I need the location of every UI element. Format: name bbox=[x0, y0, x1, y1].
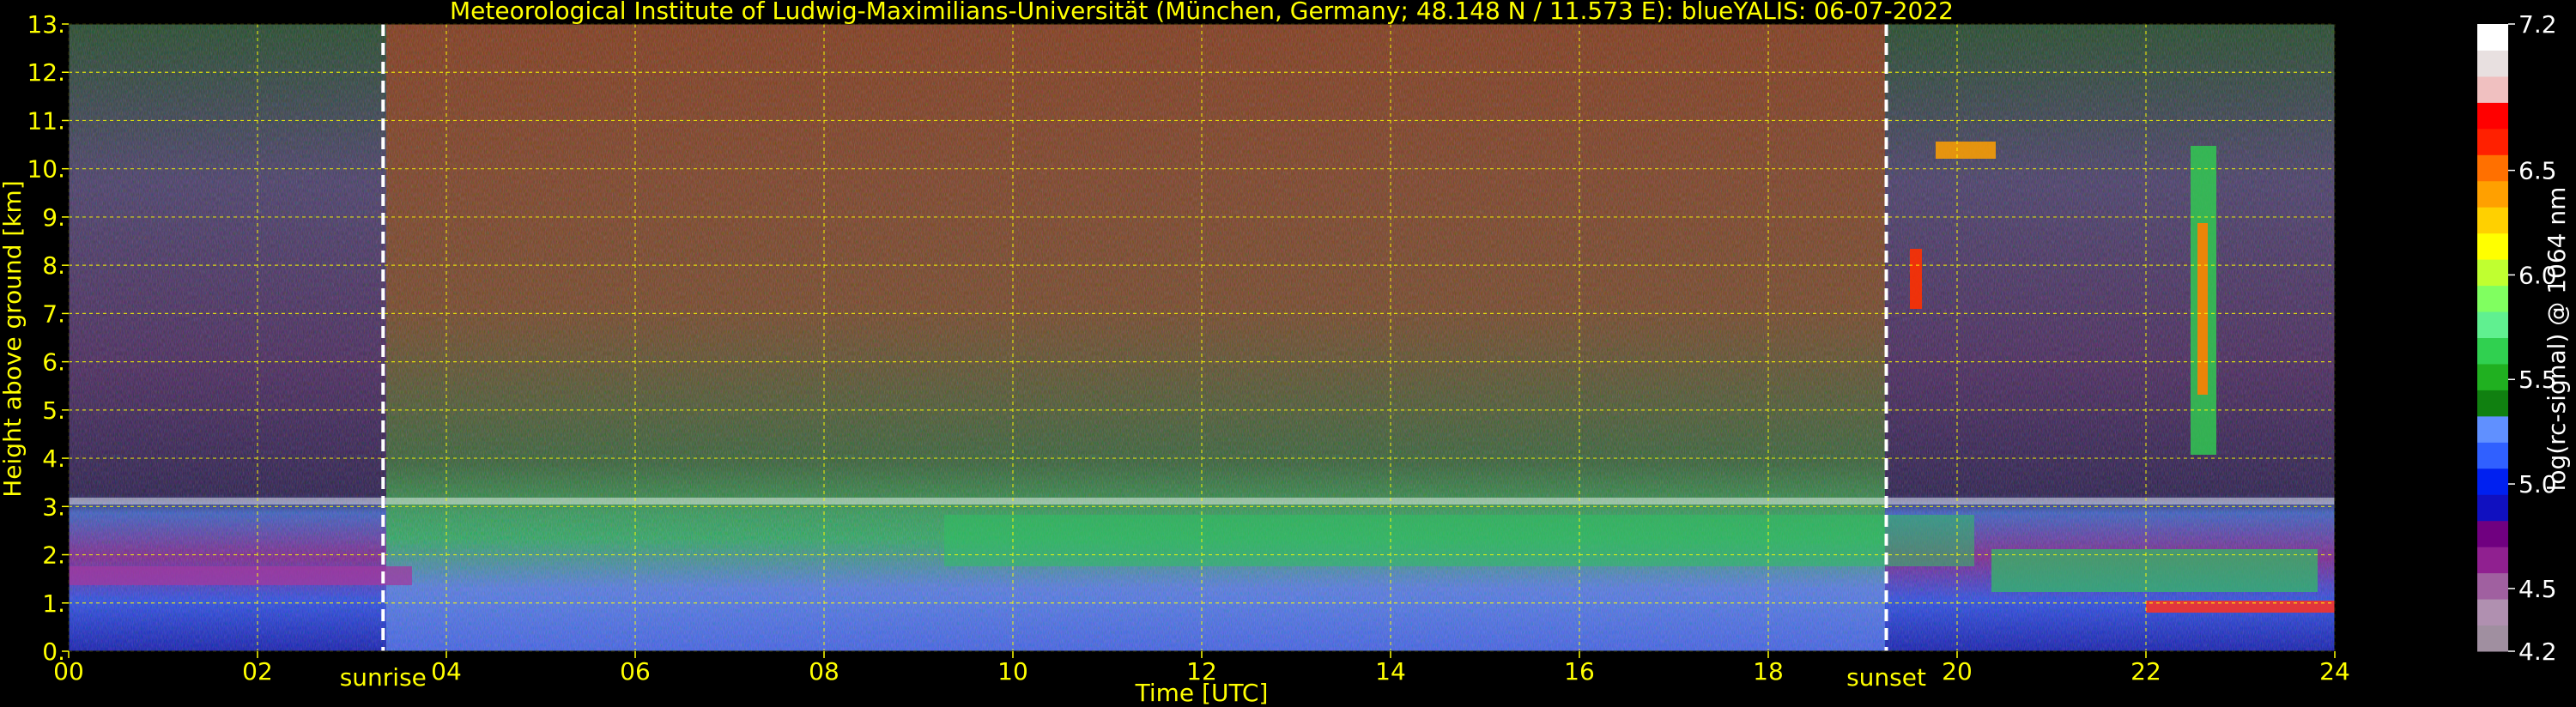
colorbar-segment bbox=[2477, 154, 2508, 182]
colorbar-tick-label: 7.2 bbox=[2518, 10, 2557, 39]
y-tick-label: 2. bbox=[42, 541, 65, 570]
colorbar-segment bbox=[2477, 207, 2508, 234]
x-axis-label: Time [UTC] bbox=[1135, 679, 1269, 707]
colorbar-segment bbox=[2477, 259, 2508, 287]
colorbar-segment bbox=[2477, 442, 2508, 469]
y-tick-label: 11. bbox=[27, 106, 65, 135]
y-tick-label: 12. bbox=[27, 58, 65, 87]
aerosol-layer-green-evening bbox=[1991, 549, 2318, 592]
colorbar-segment bbox=[2477, 468, 2508, 495]
x-tick-label: 04 bbox=[431, 657, 462, 686]
plot-area bbox=[69, 24, 2335, 651]
colorbar-segment bbox=[2477, 547, 2508, 574]
x-tick-label: 18 bbox=[1753, 657, 1784, 686]
x-tick-label: 08 bbox=[809, 657, 839, 686]
y-tick-label: 4. bbox=[42, 444, 65, 473]
colorbar-segment bbox=[2477, 415, 2508, 443]
colorbar-segment bbox=[2477, 50, 2508, 77]
y-tick-label: 5. bbox=[42, 396, 65, 425]
aerosol-layer-magenta bbox=[69, 566, 412, 585]
colorbar-segment bbox=[2477, 599, 2508, 626]
colorbar-label: log(rc-signal) @ 1064 nm bbox=[2543, 187, 2571, 492]
x-tick-label: 14 bbox=[1375, 657, 1406, 686]
y-tick-label: 10. bbox=[27, 155, 65, 184]
cirrus-cloud bbox=[1910, 249, 1922, 309]
cirrus-cloud bbox=[1936, 142, 1996, 159]
x-tick-label: 20 bbox=[1942, 657, 1973, 686]
colorbar-segment bbox=[2477, 233, 2508, 260]
x-tick-label: 10 bbox=[997, 657, 1028, 686]
colorbar-segment bbox=[2477, 494, 2508, 522]
colorbar-segment bbox=[2477, 128, 2508, 155]
chart-title: Meteorological Institute of Ludwig-Maxim… bbox=[450, 0, 1954, 25]
colorbar-tick-label: 6.5 bbox=[2518, 157, 2557, 185]
x-tick-label: 16 bbox=[1564, 657, 1595, 686]
colorbar-segment bbox=[2477, 363, 2508, 390]
colorbar-segment bbox=[2477, 572, 2508, 600]
x-tick-label: 24 bbox=[2319, 657, 2350, 686]
sun-marker-label: sunset bbox=[1846, 663, 1926, 692]
colorbar-segment bbox=[2477, 24, 2508, 51]
colorbar-segment bbox=[2477, 76, 2508, 103]
colorbar-tick-label: 4.5 bbox=[2518, 575, 2557, 603]
colorbar-segment bbox=[2477, 520, 2508, 547]
y-tick-label: 13. bbox=[27, 10, 65, 39]
aerosol-layer-green bbox=[944, 515, 1974, 566]
colorbar-segment bbox=[2477, 102, 2508, 130]
aerosol-layer-red-evening bbox=[2146, 601, 2335, 613]
y-tick-label: 0. bbox=[42, 638, 65, 666]
y-tick-label: 1. bbox=[42, 589, 65, 618]
colorbar-segment bbox=[2477, 337, 2508, 365]
y-axis-ticks: 0. 1. 2. 3. 4. 5. 6. 7. 8. 9. 10. 11. 12. 13. bbox=[27, 10, 69, 666]
colorbar-segment bbox=[2477, 311, 2508, 338]
colorbar-segment bbox=[2477, 180, 2508, 208]
y-tick-label: 9. bbox=[42, 203, 65, 232]
cirrus-cloud bbox=[2197, 223, 2208, 395]
sun-marker-label: sunrise bbox=[340, 663, 427, 692]
x-tick-label: 22 bbox=[2131, 657, 2161, 686]
x-tick-label: 02 bbox=[242, 657, 273, 686]
y-axis-label: Height above ground [km] bbox=[0, 180, 27, 498]
colorbar-segment bbox=[2477, 625, 2508, 652]
x-tick-label: 06 bbox=[620, 657, 651, 686]
colorbar-segment bbox=[2477, 285, 2508, 312]
y-tick-label: 3. bbox=[42, 492, 65, 521]
y-tick-label: 8. bbox=[42, 251, 65, 280]
colorbar-tick-label: 4.2 bbox=[2518, 638, 2557, 666]
y-tick-label: 6. bbox=[42, 348, 65, 377]
y-tick-label: 7. bbox=[42, 299, 65, 328]
lidar-figure: sunrise sunset 00 02 04 06 08 10 12 14 16 18 20 22 24… bbox=[0, 0, 2571, 707]
colorbar-segment bbox=[2477, 390, 2508, 417]
